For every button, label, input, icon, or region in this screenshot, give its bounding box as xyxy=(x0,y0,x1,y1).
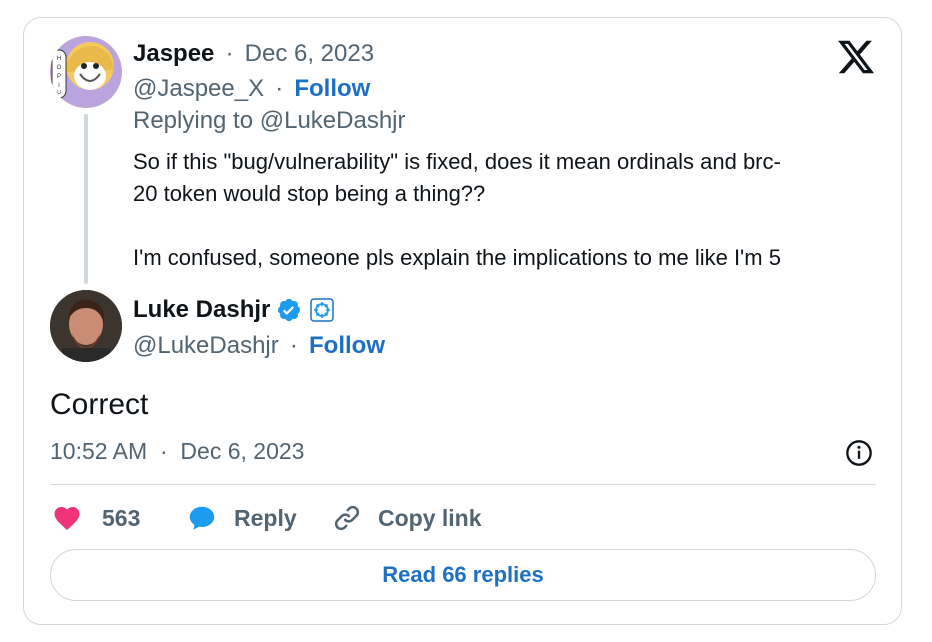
parent-date[interactable]: Dec 6, 2023 xyxy=(245,40,374,67)
heart-icon xyxy=(54,507,80,530)
jaspee-avatar[interactable]: H O P I U xyxy=(50,36,122,108)
svg-text:O: O xyxy=(57,65,62,71)
replying-to[interactable]: Replying to @LukeDashjr xyxy=(133,107,406,135)
copy-link-button[interactable]: Copy link xyxy=(332,500,482,536)
main-header: Luke Dashjr xyxy=(133,296,335,324)
reply-button[interactable]: Reply xyxy=(186,500,297,536)
like-count: 563 xyxy=(102,504,141,531)
main-follow-separator: · xyxy=(283,332,305,359)
luke-dashjr-avatar[interactable] xyxy=(50,290,122,362)
parent-text-line-3: I'm confused, someone pls explain the im… xyxy=(133,245,781,270)
reply-bubble-icon xyxy=(189,506,215,530)
main-time: 10:52 AM xyxy=(50,438,148,464)
parent-handle-row: @Jaspee_X · Follow xyxy=(133,75,370,103)
actions-divider xyxy=(50,484,876,485)
main-timestamp[interactable]: 10:52 AM · Dec 6, 2023 xyxy=(50,438,304,465)
svg-text:P: P xyxy=(57,74,61,80)
avatar-label-h: H xyxy=(57,56,61,62)
main-tweet-text: Correct xyxy=(50,388,149,421)
main-handle-row: @LukeDashjr · Follow xyxy=(133,332,385,360)
thread-connector-line xyxy=(84,114,88,284)
link-icon xyxy=(334,505,360,531)
parent-author-name[interactable]: Jaspee xyxy=(133,40,214,67)
parent-tweet-text: So if this "bug/vulnerability" is fixed,… xyxy=(133,146,873,274)
info-icon[interactable] xyxy=(845,439,873,467)
parent-text-line-2: 20 token would stop being a thing?? xyxy=(133,181,486,206)
parent-text-line-1: So if this "bug/vulnerability" is fixed,… xyxy=(133,149,781,174)
main-date: Dec 6, 2023 xyxy=(180,438,305,464)
parent-handle[interactable]: @Jaspee_X xyxy=(133,75,264,102)
svg-text:U: U xyxy=(57,90,61,96)
x-logo-icon[interactable] xyxy=(836,37,876,77)
main-time-separator: · xyxy=(153,438,175,464)
main-follow-button[interactable]: Follow xyxy=(309,332,385,359)
like-button[interactable]: 563 xyxy=(52,500,140,536)
reply-label: Reply xyxy=(234,504,297,531)
verified-badge-icon xyxy=(278,298,301,322)
parent-header: Jaspee · Dec 6, 2023 xyxy=(133,40,374,68)
copy-link-label: Copy link xyxy=(378,504,482,531)
read-replies-button[interactable]: Read 66 replies xyxy=(50,549,876,601)
affiliate-badge-icon[interactable] xyxy=(310,298,335,322)
main-author-name[interactable]: Luke Dashjr xyxy=(133,296,270,324)
parent-follow-button[interactable]: Follow xyxy=(294,75,370,102)
main-handle[interactable]: @LukeDashjr xyxy=(133,332,279,359)
parent-follow-separator: · xyxy=(268,75,290,102)
parent-date-separator: · xyxy=(218,40,241,67)
